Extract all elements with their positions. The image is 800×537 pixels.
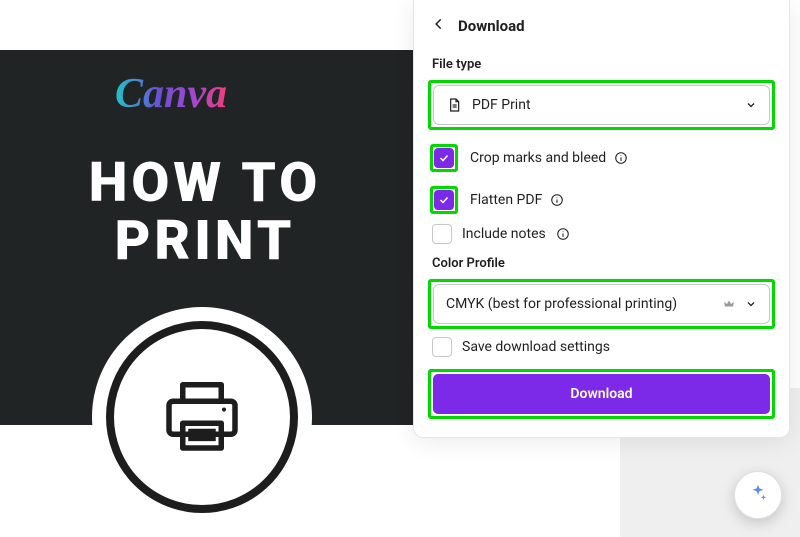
color-profile-select[interactable]: CMYK (best for professional printing)	[433, 284, 770, 324]
sparkle-icon	[747, 482, 769, 508]
chevron-down-icon	[745, 96, 757, 115]
save-settings-label: Save download settings	[462, 339, 610, 355]
crop-marks-label: Crop marks and bleed	[470, 150, 606, 166]
canva-logo: Canva	[115, 70, 227, 118]
headline-line-1: HOW TO	[89, 151, 321, 215]
download-button[interactable]: Download	[433, 374, 770, 414]
printer-badge	[92, 307, 312, 527]
design-headline: HOW TO PRINT	[0, 155, 410, 271]
download-panel: Download File type PDF Print	[413, 0, 790, 438]
info-icon[interactable]	[550, 193, 564, 207]
panel-title: Download	[458, 17, 525, 35]
info-icon[interactable]	[614, 151, 628, 165]
flatten-pdf-checkbox[interactable]	[434, 190, 454, 210]
chevron-down-icon	[745, 295, 757, 314]
file-type-value: PDF Print	[472, 97, 735, 113]
include-notes-label: Include notes	[462, 226, 546, 242]
color-profile-highlight: CMYK (best for professional printing)	[428, 279, 775, 329]
file-type-select[interactable]: PDF Print	[433, 85, 770, 125]
file-type-label: File type	[414, 43, 789, 80]
printer-icon	[158, 371, 246, 463]
back-button[interactable]	[432, 16, 446, 35]
color-profile-value: CMYK (best for professional printing)	[446, 296, 713, 312]
crop-marks-highlight	[430, 144, 458, 172]
file-type-highlight: PDF Print	[428, 80, 775, 130]
crown-icon	[723, 295, 735, 314]
flatten-pdf-label: Flatten PDF	[470, 192, 542, 208]
crop-marks-checkbox[interactable]	[434, 148, 454, 168]
info-icon[interactable]	[556, 227, 570, 241]
color-profile-label: Color Profile	[414, 256, 789, 279]
assistant-fab[interactable]	[734, 471, 782, 519]
save-settings-checkbox[interactable]	[432, 337, 452, 357]
document-icon	[446, 97, 462, 113]
include-notes-checkbox[interactable]	[432, 224, 452, 244]
flatten-highlight	[430, 186, 458, 214]
download-button-highlight: Download	[428, 369, 775, 419]
headline-line-2: PRINT	[115, 209, 296, 273]
